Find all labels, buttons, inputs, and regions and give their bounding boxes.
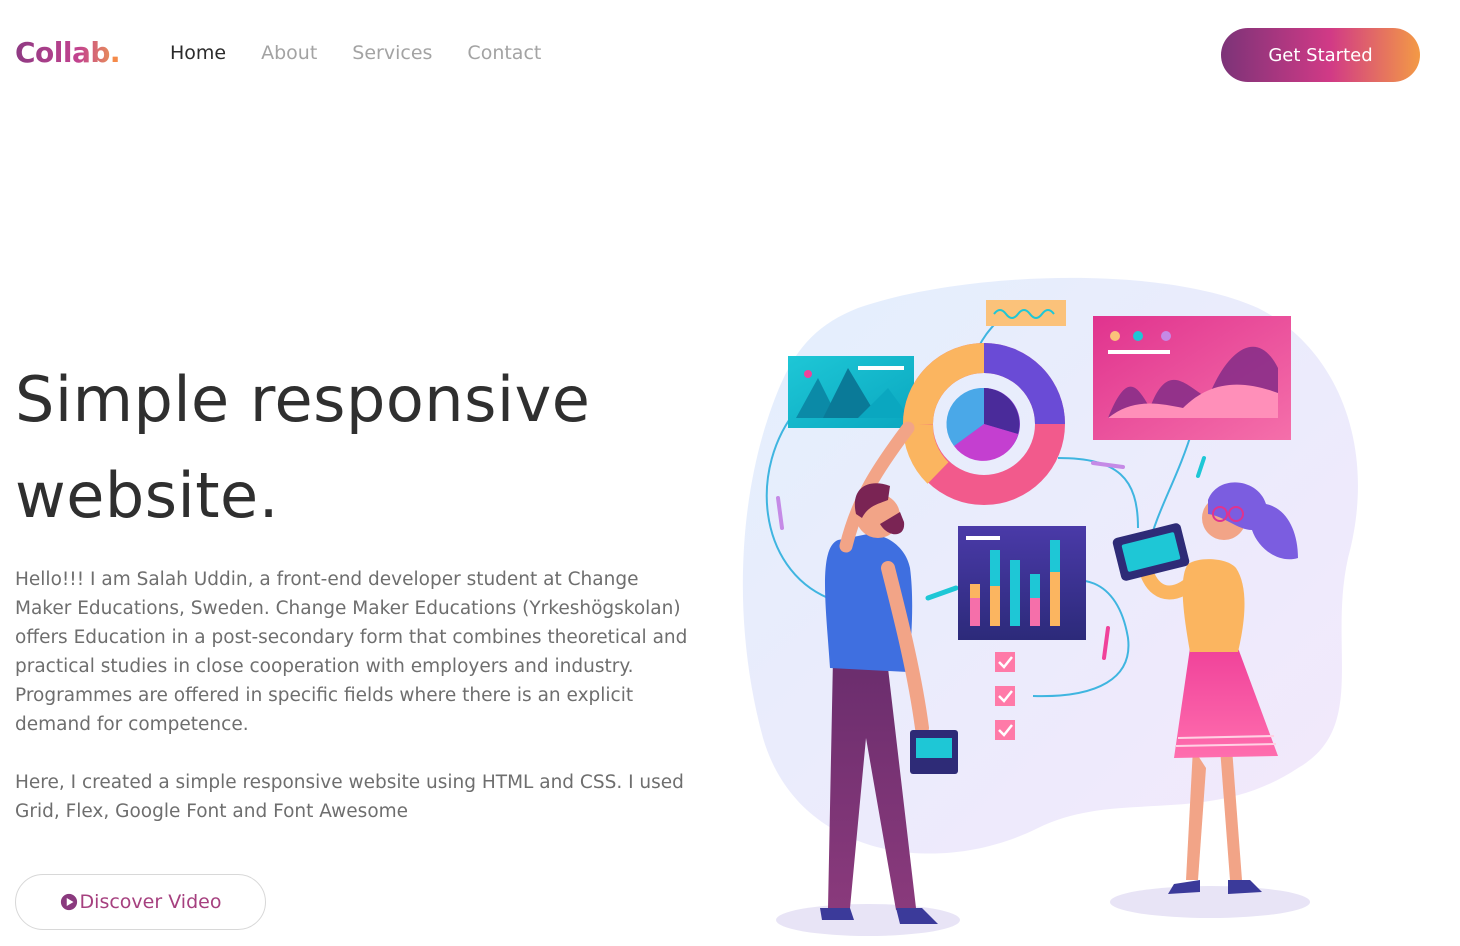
hero-title-line1: Simple responsive	[15, 363, 591, 436]
get-started-button[interactable]: Get Started	[1221, 28, 1420, 82]
bar-chart-panel	[958, 526, 1086, 640]
play-circle-icon	[60, 893, 77, 911]
brand-dot: .	[109, 36, 121, 69]
hero-title-line2: website.	[15, 459, 279, 532]
image-card-panel	[788, 356, 914, 428]
hero-tech-paragraph: Here, I created a simple responsive webs…	[15, 772, 684, 822]
nav-item-home[interactable]: Home	[170, 42, 226, 64]
discover-video-button[interactable]: Discover Video	[15, 874, 266, 930]
discover-video-label: Discover Video	[79, 891, 222, 913]
nav-item-about[interactable]: About	[261, 42, 317, 64]
nav-item-contact[interactable]: Contact	[467, 42, 541, 64]
main-nav: Home About Services Contact	[170, 42, 541, 64]
checklist	[995, 652, 1015, 740]
hero-title: Simple responsive website.	[15, 352, 655, 544]
area-chart-panel	[1093, 316, 1291, 440]
hero-illustration	[742, 277, 1358, 936]
hero-intro-paragraph: Hello!!! I am Salah Uddin, a front-end d…	[15, 569, 688, 735]
site-header: Collab. Home About Services Contact Get …	[0, 0, 1460, 108]
wave-tag	[986, 300, 1066, 326]
brand-logo[interactable]: Collab.	[15, 36, 121, 69]
brand-name: Collab	[15, 36, 110, 69]
nav-item-services[interactable]: Services	[352, 42, 432, 64]
